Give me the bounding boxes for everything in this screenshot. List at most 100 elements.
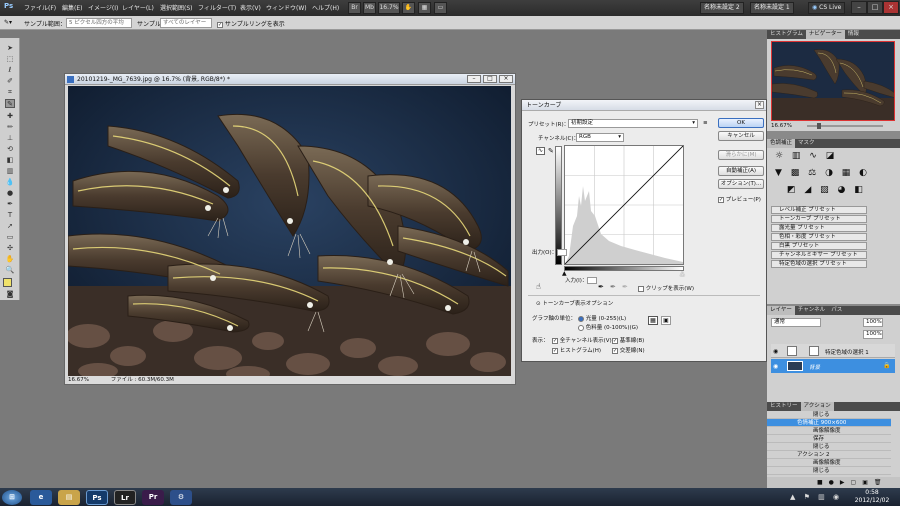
white-eyedropper-icon[interactable]: ✒	[622, 283, 628, 291]
eyedropper-tool-icon[interactable]: ✎▾	[4, 19, 12, 26]
maximize-button[interactable]: □	[867, 1, 883, 14]
slider-thumb[interactable]	[817, 123, 821, 129]
adjustment-icons-row-2[interactable]: ▼ ▩ ⚖ ◑ ▦ ◐	[775, 168, 870, 178]
adj-preset-exposure[interactable]: 露光量 プリセット	[771, 224, 867, 232]
show-clipping-checkbox[interactable]: クリップを表示(W)	[638, 284, 694, 292]
healing-brush-icon[interactable]: ✚	[5, 112, 15, 121]
lightroom-taskbar-icon[interactable]: Lr	[114, 490, 136, 505]
adj-preset-selective[interactable]: 特定色域の選択 プリセット	[771, 260, 867, 268]
status-file-size[interactable]: ファイル : 60.3M/60.3M	[111, 377, 174, 383]
menu-edit[interactable]: 編集(E)	[62, 3, 82, 12]
channel-select[interactable]: RGB ▾	[576, 133, 624, 142]
actions-toolbar[interactable]: ■●▶▢▣🗑	[767, 477, 900, 488]
menu-window[interactable]: ウィンドウ(W)	[266, 3, 307, 12]
action-row[interactable]: アクション 2	[767, 451, 891, 459]
clone-stamp-icon[interactable]: ⊥	[5, 134, 15, 143]
path-select-icon[interactable]: ➚	[5, 222, 15, 231]
eyedropper-tool-icon[interactable]: ✎	[5, 99, 15, 108]
dialog-title-bar[interactable]: トーンカーブ ×	[522, 100, 766, 111]
crop-tool-icon[interactable]: ⌗	[5, 88, 15, 97]
action-row[interactable]: 閉じる	[767, 443, 891, 451]
zoom-level-select[interactable]: 16.7%	[378, 2, 400, 14]
gray-eyedropper-icon[interactable]: ✒	[610, 283, 616, 291]
curve-graph[interactable]	[564, 145, 684, 265]
clock[interactable]: 0:58 2012/12/02	[848, 489, 896, 505]
white-point-slider[interactable]: △	[680, 270, 685, 277]
tab-histogram[interactable]: ヒストグラム	[767, 30, 806, 39]
target-adjust-icon[interactable]: ☝	[536, 282, 541, 291]
channel-overlay-checkbox[interactable]: ✓ 全チャンネル表示(V)	[552, 336, 612, 344]
3d-rotate-icon[interactable]: ✣	[5, 244, 15, 253]
auto-button[interactable]: 自動補正(A)	[718, 166, 764, 176]
curve-points-icon[interactable]: ∿	[536, 147, 545, 155]
action-row-selected[interactable]: 色情補正 900×600	[767, 419, 891, 427]
options-button[interactable]: オプション(T)...	[718, 179, 764, 189]
pen-tool-icon[interactable]: ✒	[5, 200, 15, 209]
adj-preset-bw[interactable]: 白黒 プリセット	[771, 242, 867, 250]
marquee-tool-icon[interactable]: ⬚	[5, 55, 15, 64]
menu-layer[interactable]: レイヤー(L)	[122, 3, 154, 12]
display-options-toggle[interactable]: ⊙ トーンカーブ表示オプション	[536, 299, 613, 307]
output-field[interactable]	[557, 249, 568, 256]
screen-mode-icon[interactable]: ▭	[434, 2, 447, 14]
close-button[interactable]: ×	[883, 1, 899, 14]
gradient-tool-icon[interactable]: ▥	[5, 167, 15, 176]
status-zoom[interactable]: 16.67%	[68, 377, 89, 383]
workspace-2[interactable]: 名称未設定 2	[700, 2, 744, 14]
pencil-icon[interactable]: ✎	[548, 147, 554, 155]
action-row[interactable]: 画像解像度	[767, 427, 891, 435]
opacity-input[interactable]: 100%	[863, 318, 883, 327]
navigator-zoom-slider[interactable]	[807, 123, 883, 129]
tab-paths[interactable]: パス	[828, 306, 845, 315]
minibridge-icon[interactable]: Mb	[363, 2, 376, 14]
adjustment-icons-row-1[interactable]: ☼ ▥ ∿ ◪	[775, 151, 837, 161]
action-row[interactable]: 閉じる	[767, 467, 891, 475]
dodge-tool-icon[interactable]: ●	[5, 189, 15, 198]
tab-info[interactable]: 情報	[845, 30, 862, 39]
layer-row-selected[interactable]: ◉ 背景 🔒	[771, 359, 895, 373]
menu-filter[interactable]: フィルター(T)	[198, 3, 236, 12]
adjustment-icons-row-3[interactable]: ◩ ◢ ▨ ◕ ◧	[787, 185, 866, 195]
foreground-color-swatch[interactable]	[3, 278, 12, 287]
tray-icons[interactable]: ▲ ⚑ ▥ ◉	[790, 493, 842, 501]
ie-icon[interactable]: e	[30, 490, 52, 505]
adj-preset-hue-sat[interactable]: 色相・彩度 プリセット	[771, 233, 867, 241]
unit-light-radio[interactable]: 光量 (0-255)(L)	[578, 314, 626, 322]
tab-layers[interactable]: レイヤー	[767, 306, 795, 315]
move-tool-icon[interactable]: ➤	[5, 44, 15, 53]
action-row[interactable]: 保存	[767, 435, 891, 443]
explorer-icon[interactable]: ▤	[58, 490, 80, 505]
eye-icon[interactable]: ◉	[773, 348, 778, 355]
tab-channels[interactable]: チャンネル	[795, 306, 828, 315]
grid-large-icon[interactable]: ▣	[661, 316, 671, 325]
adj-preset-curves[interactable]: トーンカーブ プリセット	[771, 215, 867, 223]
cslive-button[interactable]: ◉ CS Live	[808, 2, 846, 14]
doc-close-button[interactable]: ×	[499, 75, 513, 83]
hand-tool-icon[interactable]: ✋	[5, 255, 15, 264]
black-eyedropper-icon[interactable]: ✒	[598, 283, 604, 291]
sample-select[interactable]: すべてのレイヤー	[160, 18, 212, 28]
network-app-icon[interactable]: ⚙	[170, 490, 192, 505]
action-row[interactable]: 画像解像度	[767, 459, 891, 467]
blend-mode-select[interactable]: 通常	[771, 318, 821, 327]
tab-navigator[interactable]: ナビゲーター	[805, 30, 845, 39]
menu-help[interactable]: ヘルプ(H)	[312, 3, 339, 12]
adj-preset-levels[interactable]: レベル補正 プリセット	[771, 206, 867, 214]
zoom-tool-icon[interactable]: 🔍	[5, 266, 15, 275]
navigator-thumbnail[interactable]	[771, 41, 895, 121]
intersection-checkbox[interactable]: ✓ 交差線(N)	[612, 346, 645, 354]
preview-checkbox[interactable]: ✓ プレビュー(P)	[718, 195, 761, 203]
document-title-bar[interactable]: 20101219-_MG_7639.jpg @ 16.7% (背景, RGB/8…	[65, 74, 515, 85]
doc-maximize-button[interactable]: □	[483, 75, 497, 83]
quick-select-tool-icon[interactable]: ✐	[5, 77, 15, 86]
smooth-button[interactable]: 滑らかに(M)	[718, 150, 764, 160]
doc-minimize-button[interactable]: –	[467, 75, 481, 83]
input-field[interactable]	[587, 277, 598, 284]
history-brush-icon[interactable]: ⟲	[5, 145, 15, 154]
navigator-zoom-value[interactable]: 16.67%	[771, 123, 792, 129]
shape-tool-icon[interactable]: ▭	[5, 233, 15, 242]
menu-image[interactable]: イメージ(I)	[88, 3, 118, 12]
sample-ring-checkbox[interactable]: ✓ サンプルリングを表示	[217, 19, 285, 28]
document-canvas-photo[interactable]	[68, 86, 511, 376]
tab-masks[interactable]: マスク	[795, 139, 818, 148]
